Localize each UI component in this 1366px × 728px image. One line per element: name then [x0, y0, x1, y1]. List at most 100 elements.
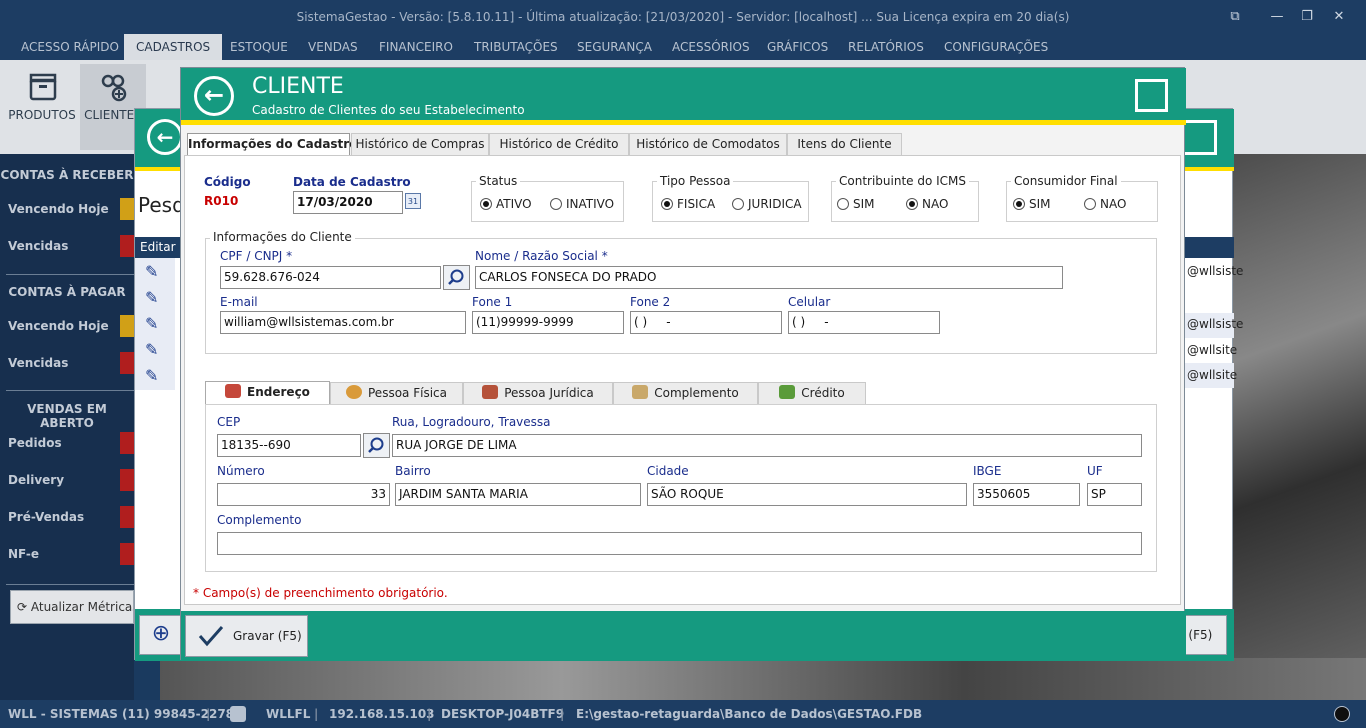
- ativo-label: ATIVO: [496, 197, 532, 211]
- vencidas-pagar[interactable]: Vencidas: [8, 356, 68, 370]
- maximize-icon[interactable]: ❐: [1292, 0, 1322, 34]
- icms-nao-radio[interactable]: NAO: [906, 197, 948, 211]
- restore-icon[interactable]: ⧉: [1220, 0, 1250, 34]
- status-badge: [120, 469, 134, 491]
- table-cell: @wllsite: [1187, 343, 1238, 357]
- sim-label: SIM: [1029, 197, 1051, 211]
- gravar-button[interactable]: Gravar (F5): [185, 615, 308, 657]
- menu-acesso-rapido[interactable]: ACESSO RÁPIDO: [9, 34, 131, 60]
- pencil-icon[interactable]: ✎: [145, 366, 158, 385]
- complemento-tab-label: Complemento: [654, 386, 739, 400]
- close-icon[interactable]: ✕: [1324, 0, 1354, 34]
- pessoa-fisica-label: Pessoa Física: [368, 386, 447, 400]
- subtab-pessoa-juridica[interactable]: Pessoa Jurídica: [463, 382, 613, 405]
- tab-itens-cliente[interactable]: Itens do Cliente: [787, 133, 902, 155]
- search-cep-button[interactable]: [363, 433, 390, 458]
- pencil-icon[interactable]: ✎: [145, 288, 158, 307]
- maximize-icon[interactable]: [1135, 79, 1168, 112]
- power-icon[interactable]: [1334, 706, 1350, 722]
- nome-field[interactable]: CARLOS FONSECA DO PRADO: [475, 266, 1063, 289]
- tipo-juridica-radio[interactable]: JURIDICA: [732, 197, 802, 211]
- vencidas-receber[interactable]: Vencidas: [8, 239, 68, 253]
- celular-field[interactable]: ( ) -: [788, 311, 940, 334]
- pedidos-item[interactable]: Pedidos: [8, 436, 62, 450]
- menu-configuracoes[interactable]: CONFIGURAÇÕES: [932, 34, 1060, 60]
- data-cadastro-field[interactable]: 17/03/2020: [293, 191, 403, 214]
- fone1-field[interactable]: (11)99999-9999: [472, 311, 624, 334]
- back-icon[interactable]: ←: [147, 119, 183, 155]
- consumidor-nao-radio[interactable]: NAO: [1084, 197, 1126, 211]
- tab-historico-compras[interactable]: Histórico de Compras: [351, 133, 489, 155]
- ibge-field[interactable]: 3550605: [973, 483, 1080, 506]
- search-cpf-button[interactable]: [443, 265, 470, 290]
- subtab-credito[interactable]: Crédito: [758, 382, 866, 405]
- pencil-icon[interactable]: ✎: [145, 262, 158, 281]
- status-badge: [120, 315, 134, 337]
- uf-field[interactable]: SP: [1087, 483, 1142, 506]
- menu-cadastros[interactable]: CADASTROS: [124, 34, 223, 60]
- maximize-icon[interactable]: [1182, 120, 1217, 155]
- add-icon[interactable]: ⊕: [139, 615, 183, 655]
- menu-graficos[interactable]: GRÁFICOS: [755, 34, 840, 60]
- gravar-label: Gravar (F5): [233, 629, 302, 643]
- menu-vendas[interactable]: VENDAS: [296, 34, 370, 60]
- menu-financeiro[interactable]: FINANCEIRO: [367, 34, 465, 60]
- rua-field[interactable]: RUA JORGE DE LIMA: [392, 434, 1142, 457]
- nfe-item[interactable]: NF-e: [8, 547, 39, 561]
- search-icon: [368, 437, 384, 453]
- tab-informacoes-cadastro[interactable]: Informações do Cadastro: [187, 133, 357, 156]
- menu-seguranca[interactable]: SEGURANÇA: [565, 34, 664, 60]
- nao-label: NAO: [1100, 197, 1127, 211]
- pessoa-juridica-label: Pessoa Jurídica: [504, 386, 594, 400]
- money-icon: [779, 385, 796, 399]
- consumidor-final-group: Consumidor Final SIM NAO: [1006, 174, 1158, 222]
- subtab-pessoa-fisica[interactable]: Pessoa Física: [330, 382, 463, 405]
- dialog-subtitle: Cadastro de Clientes do seu Estabelecime…: [252, 103, 525, 117]
- cadastro-panel: Código R010 Data de Cadastro 17/03/2020 …: [184, 155, 1181, 605]
- menu-acessorios[interactable]: ACESSÓRIOS: [660, 34, 762, 60]
- email-field[interactable]: william@wllsistemas.com.br: [220, 311, 466, 334]
- menu-tributacoes[interactable]: TRIBUTAÇÕES: [462, 34, 570, 60]
- cidade-field[interactable]: SÃO ROQUE: [647, 483, 967, 506]
- subtab-endereco[interactable]: Endereço: [205, 381, 330, 405]
- data-cadastro-label: Data de Cadastro: [293, 175, 411, 189]
- numero-field[interactable]: 33: [217, 483, 390, 506]
- status-ativo-radio[interactable]: ATIVO: [480, 197, 532, 211]
- pencil-icon[interactable]: ✎: [145, 340, 158, 359]
- person-icon: [346, 385, 362, 399]
- tab-historico-comodatos[interactable]: Histórico de Comodatos: [629, 133, 787, 155]
- atualizar-metricas-button[interactable]: ⟳ Atualizar Métricas: [10, 590, 134, 624]
- fone2-field[interactable]: ( ) -: [630, 311, 782, 334]
- vencendo-hoje-receber[interactable]: Vencendo Hoje: [8, 202, 109, 216]
- status-inativo-radio[interactable]: INATIVO: [550, 197, 614, 211]
- cpf-field[interactable]: 59.628.676-024: [220, 266, 441, 289]
- status-badge: [120, 432, 134, 454]
- dialog-header: ← CLIENTE Cadastro de Clientes do seu Es…: [181, 68, 1186, 120]
- bairro-field[interactable]: JARDIM SANTA MARIA: [395, 483, 641, 506]
- tipo-fisica-radio[interactable]: FISICA: [661, 197, 715, 211]
- edit-column: ✎ ✎ ✎ ✎ ✎: [135, 258, 175, 390]
- back-icon[interactable]: ←: [194, 76, 234, 116]
- pre-vendas-item[interactable]: Pré-Vendas: [8, 510, 84, 524]
- consumidor-sim-radio[interactable]: SIM: [1013, 197, 1051, 211]
- pencil-icon[interactable]: ✎: [145, 314, 158, 333]
- minimize-icon[interactable]: —: [1262, 0, 1292, 34]
- produtos-button[interactable]: PRODUTOS: [4, 64, 80, 150]
- cep-field[interactable]: 18135--690: [217, 434, 361, 457]
- tipo-pessoa-title: Tipo Pessoa: [657, 174, 734, 188]
- delivery-item[interactable]: Delivery: [8, 473, 64, 487]
- table-cell: @wllsiste: [1187, 264, 1244, 278]
- background-photo: [160, 658, 1366, 700]
- tab-historico-credito[interactable]: Histórico de Crédito: [489, 133, 629, 155]
- complemento-field[interactable]: [217, 532, 1142, 555]
- icms-sim-radio[interactable]: SIM: [837, 197, 875, 211]
- ibge-label: IBGE: [973, 464, 1002, 478]
- subtab-complemento[interactable]: Complemento: [613, 382, 758, 405]
- menu-estoque[interactable]: ESTOQUE: [218, 34, 300, 60]
- tipo-pessoa-group: Tipo Pessoa FISICA JURIDICA: [652, 174, 809, 222]
- menu-relatorios[interactable]: RELATÓRIOS: [836, 34, 936, 60]
- company-info: WLL - SISTEMAS (11) 99845-2278: [8, 707, 235, 721]
- sim-label: SIM: [853, 197, 875, 211]
- vencendo-hoje-pagar[interactable]: Vencendo Hoje: [8, 319, 109, 333]
- calendar-icon[interactable]: 31: [405, 193, 421, 209]
